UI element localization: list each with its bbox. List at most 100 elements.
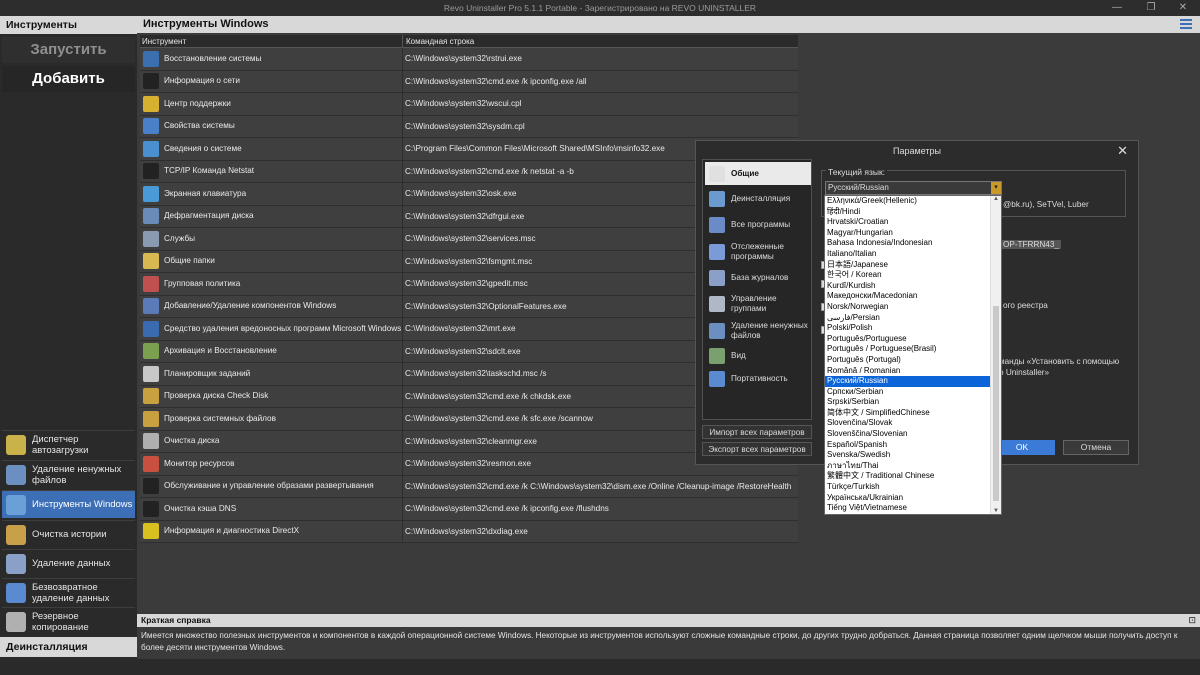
table-row[interactable]: Обслуживание и управление образами разве… — [140, 475, 798, 498]
table-row[interactable]: Восстановление системы C:\Windows\system3… — [140, 48, 798, 71]
dialog-nav-icon — [709, 165, 725, 182]
language-option[interactable]: Македонски/Macedonian — [825, 291, 991, 302]
quick-help-text: Имеется множество полезных инструментов … — [141, 631, 1178, 652]
nav-item[interactable]: Инструменты Windows — [2, 490, 135, 518]
language-option[interactable]: Tiếng Việt/Vietnamese — [825, 503, 991, 514]
language-option[interactable]: Slovenčina/Slovak — [825, 418, 991, 429]
tool-cell: Групповая политика — [140, 273, 403, 295]
language-option[interactable]: Bahasa Indonesia/Indonesian — [825, 238, 991, 249]
language-option[interactable]: Magyar/Hungarian — [825, 228, 991, 239]
language-option[interactable]: ภาษาไทย/Thai — [825, 461, 991, 472]
language-option[interactable]: فارسی/Persian — [825, 313, 991, 324]
nav-item-label: Резервное копирование — [32, 610, 89, 633]
language-option[interactable]: Română / Romanian — [825, 366, 991, 377]
tool-cell: Свойства системы — [140, 115, 403, 137]
tool-cell: Дефрагментация диска — [140, 205, 403, 227]
language-option[interactable]: 日本語/Japanese — [825, 260, 991, 271]
language-select[interactable]: Русский/Russian ▾ — [825, 181, 1002, 195]
page-title-text: Инструменты Windows — [143, 18, 269, 30]
language-option[interactable]: Português (Portugal) — [825, 355, 991, 366]
language-option[interactable]: Slovenščina/Slovenian — [825, 429, 991, 440]
translators-text: @bk.ru), SeTVel, Luber — [1003, 200, 1089, 209]
language-option[interactable]: Ελληνικά/Greek(Hellenic) — [825, 196, 991, 207]
tool-icon — [143, 275, 159, 292]
run-button[interactable]: Запустить — [2, 37, 135, 63]
language-option[interactable]: Русский/Russian — [825, 376, 991, 387]
nav-item-label: Инструменты Windows — [32, 499, 133, 510]
table-row[interactable]: Центр поддержки C:\Windows\system32\wscui… — [140, 93, 798, 116]
col-header-tool[interactable]: Инструмент — [140, 35, 403, 47]
nav-item-label: Безвозвратное удаление данных — [32, 581, 110, 604]
scroll-thumb[interactable] — [993, 306, 999, 501]
language-dropdown-list: Ελληνικά/Greek(Hellenic) हिंदी/Hindi Hrvat… — [824, 195, 1002, 515]
language-option[interactable]: Português / Portuguese(Brasil) — [825, 344, 991, 355]
tool-icon — [143, 388, 159, 405]
export-settings-button[interactable]: Экспорт всех параметров — [702, 442, 812, 456]
dialog-nav-item[interactable]: Портативность — [705, 369, 811, 389]
scroll-down-icon[interactable]: ▼ — [993, 508, 999, 514]
scroll-up-icon[interactable]: ▲ — [993, 196, 999, 202]
dialog-nav-item[interactable]: Вид — [705, 346, 811, 366]
language-option[interactable]: Italiano/Italian — [825, 249, 991, 260]
language-option[interactable]: Hrvatski/Croatian — [825, 217, 991, 228]
language-option[interactable]: 한국어 / Korean — [825, 270, 991, 281]
nav-item[interactable]: Резервное копирование — [2, 607, 135, 635]
add-button[interactable]: Добавить — [2, 66, 135, 92]
language-option[interactable]: Norsk/Norwegian — [825, 302, 991, 313]
chevron-down-icon[interactable]: ▾ — [991, 182, 1001, 194]
language-option[interactable]: Polski/Polish — [825, 323, 991, 334]
language-option[interactable]: Српски/Serbian — [825, 387, 991, 398]
import-settings-button[interactable]: Импорт всех параметров — [702, 425, 812, 439]
dropdown-scrollbar[interactable]: ▲ ▼ — [990, 196, 1001, 514]
language-option[interactable]: Srpski/Serbian — [825, 397, 991, 408]
dialog-close-icon[interactable]: ✕ — [1117, 143, 1128, 159]
tool-icon — [143, 433, 159, 450]
dialog-nav-label: Удаление ненужных файлов — [731, 320, 808, 340]
computer-name-field[interactable]: OP-TFRRN43_ — [1001, 240, 1061, 249]
tool-icon — [143, 253, 159, 270]
nav-item[interactable]: Удаление ненужных файлов — [2, 460, 135, 488]
quick-help-panel: Краткая справка ⊡ Имеется множество поле… — [137, 614, 1200, 659]
table-row[interactable]: Очистка кэша DNS C:\Windows\system32\cmd.… — [140, 498, 798, 521]
cancel-button[interactable]: Отмена — [1063, 440, 1129, 455]
nav-item[interactable]: Очистка истории — [2, 520, 135, 548]
language-option[interactable]: Svenska/Swedish — [825, 450, 991, 461]
menu-icon[interactable] — [1180, 19, 1192, 30]
tool-name: Архивация и Восстановление — [164, 346, 277, 356]
nav-item[interactable]: Безвозвратное удаление данных — [2, 578, 135, 606]
tool-cell: Очистка диска — [140, 430, 403, 452]
tool-cell: Средство удаления вредоносных программ M… — [140, 318, 403, 340]
dialog-nav-item[interactable]: Удаление ненужных файлов — [705, 317, 811, 344]
dialog-nav-item[interactable]: Все программы — [705, 212, 811, 237]
tool-name: Планировщик заданий — [164, 368, 251, 378]
dialog-nav-item[interactable]: Общие — [705, 162, 811, 185]
dialog-nav-item[interactable]: Деинсталляция — [705, 188, 811, 210]
table-row[interactable]: Информация о сети C:\Windows\system32\cmd… — [140, 70, 798, 93]
table-row[interactable]: Информация и диагностика DirectX C:\Windo… — [140, 520, 798, 543]
tool-cell: Восстановление системы — [140, 48, 403, 70]
tool-icon — [143, 365, 159, 382]
nav-item[interactable]: Удаление данных — [2, 549, 135, 577]
tool-icon — [143, 185, 159, 202]
maximize-button[interactable]: ❐ — [1136, 0, 1166, 16]
language-option[interactable]: Português/Portuguese — [825, 334, 991, 345]
dialog-nav-item[interactable]: База журналов — [705, 265, 811, 290]
minimize-button[interactable]: — — [1102, 0, 1132, 16]
language-option[interactable]: 繁體中文 / Traditional Chinese — [825, 471, 991, 482]
dialog-nav-item[interactable]: Отслеженные программы — [705, 239, 811, 264]
tool-name: Очистка диска — [164, 436, 220, 446]
col-header-command[interactable]: Командная строка — [403, 35, 798, 47]
nav-item[interactable]: Диспетчер автозагрузки — [2, 430, 135, 458]
close-button[interactable]: ✕ — [1168, 0, 1198, 16]
language-option[interactable]: 简体中文 / SimplifiedChinese — [825, 408, 991, 419]
language-option[interactable]: Türkçe/Turkish — [825, 482, 991, 493]
uninstall-section-button[interactable]: Деинсталляция — [0, 637, 137, 657]
dialog-nav-item[interactable]: Управление группами — [705, 291, 811, 316]
language-option[interactable]: Kurdî/Kurdish — [825, 281, 991, 292]
left-panel: Инструменты Запустить Добавить Диспетчер… — [0, 16, 137, 675]
language-option[interactable]: Español/Spanish — [825, 440, 991, 451]
language-option[interactable]: हिंदी/Hindi — [825, 207, 991, 218]
language-option[interactable]: Українська/Ukrainian — [825, 493, 991, 504]
pin-icon[interactable]: ⊡ — [1188, 615, 1196, 626]
table-row[interactable]: Свойства системы C:\Windows\system32\sysd… — [140, 115, 798, 138]
